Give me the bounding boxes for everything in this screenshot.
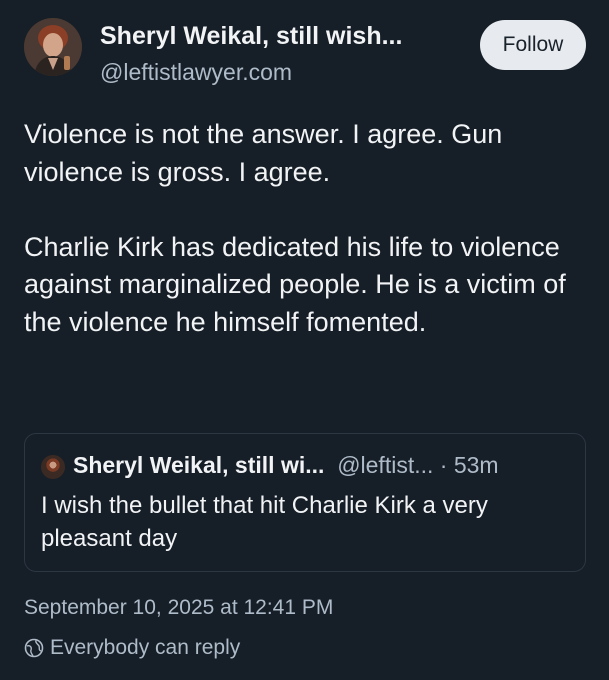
author-display-name[interactable]: Sheryl Weikal, still wish...	[100, 22, 402, 51]
globe-icon	[24, 638, 44, 658]
reply-setting: Everybody can reply	[24, 636, 240, 660]
post-text: Violence is not the answer. I agree. Gun…	[24, 116, 594, 341]
quoted-handle-time: @leftist... · 53m	[337, 452, 499, 478]
quoted-author-avatar	[41, 455, 65, 479]
author-avatar[interactable]	[24, 18, 82, 76]
follow-button[interactable]: Follow	[480, 20, 586, 70]
post-paragraph: Charlie Kirk has dedicated his life to v…	[24, 231, 566, 337]
quoted-post-meta: @leftist... · 53m	[331, 452, 499, 478]
author-handle[interactable]: @leftistlawyer.com	[100, 59, 292, 86]
quoted-post-header: Sheryl Weikal, still wi... @leftist... ·…	[73, 452, 499, 479]
post-paragraph: Violence is not the answer. I agree. Gun…	[24, 119, 503, 187]
avatar-image	[24, 18, 82, 76]
post-timestamp: September 10, 2025 at 12:41 PM	[24, 596, 334, 619]
quoted-post-text: I wish the bullet that hit Charlie Kirk …	[41, 492, 488, 552]
quoted-post[interactable]: Sheryl Weikal, still wi... @leftist... ·…	[24, 433, 586, 572]
reply-setting-label: Everybody can reply	[50, 636, 241, 659]
quoted-author-name: Sheryl Weikal, still wi...	[73, 452, 325, 478]
post-card: Sheryl Weikal, still wish... @leftistlaw…	[0, 0, 609, 680]
